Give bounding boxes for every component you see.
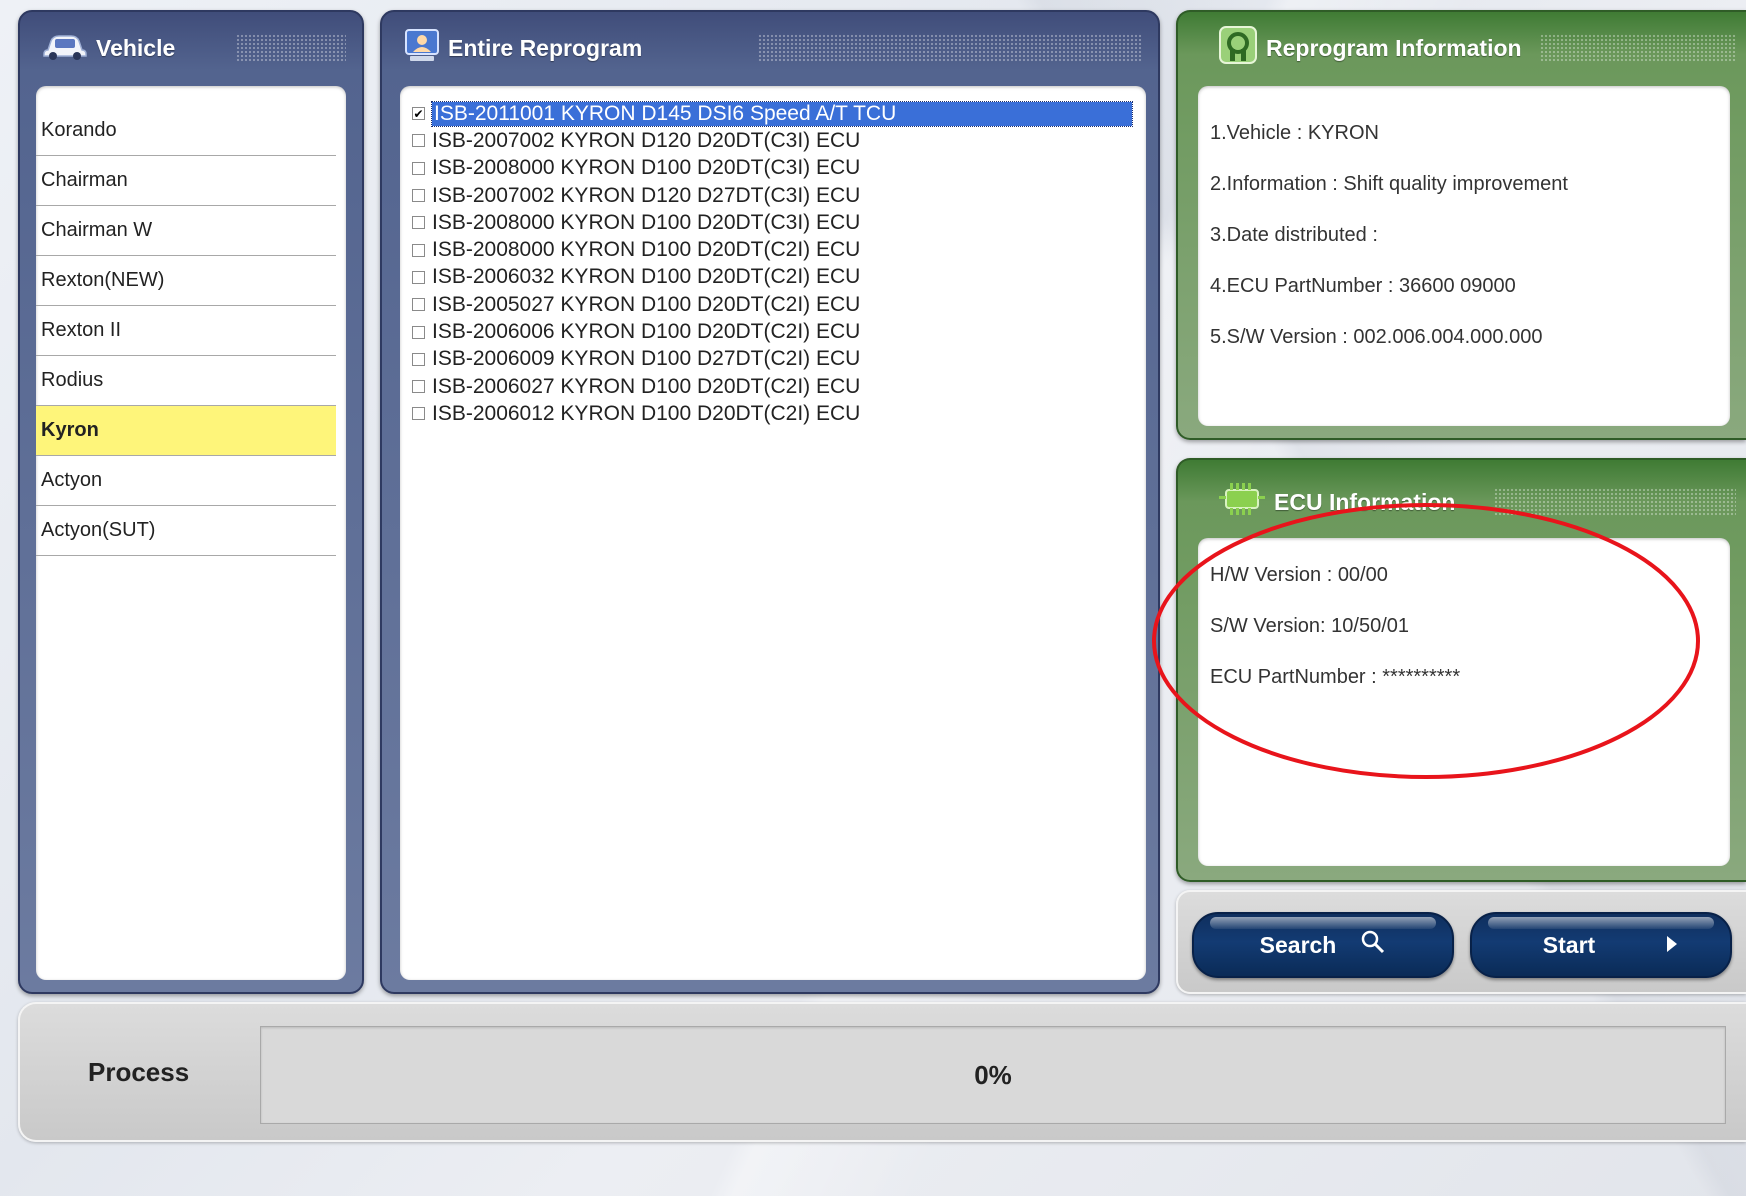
program-item-label: ISB-2008000 KYRON D100 D20DT(C3I) ECU: [432, 156, 861, 180]
program-item-label: ISB-2005027 KYRON D100 D20DT(C2I) ECU: [432, 292, 861, 316]
program-item-label: ISB-2008000 KYRON D100 D20DT(C2I) ECU: [432, 238, 861, 262]
start-button[interactable]: Start: [1470, 912, 1732, 978]
program-item-label: ISB-2006009 KYRON D100 D27DT(C2I) ECU: [432, 347, 861, 371]
vehicle-item[interactable]: Rodius: [36, 356, 336, 406]
program-list-item[interactable]: ISB-2006009 KYRON D100 D27DT(C2I) ECU: [412, 346, 1146, 373]
program-list-item[interactable]: ISB-2008000 KYRON D100 D20DT(C3I) ECU: [412, 155, 1146, 182]
reprogram-info-line: 2.Information : Shift quality improvemen…: [1210, 173, 1568, 195]
program-item-label: ISB-2006006 KYRON D100 D20DT(C2I) ECU: [432, 320, 861, 344]
monitor-icon: [404, 28, 440, 68]
program-panel: Entire Reprogram ✔ ISB-2011001 KYRON D145…: [380, 10, 1160, 994]
program-item-label: ISB-2007002 KYRON D120 D27DT(C3I) ECU: [432, 183, 861, 207]
process-bar: Process 0%: [18, 1002, 1746, 1142]
program-item-label: ISB-2008000 KYRON D100 D20DT(C3I) ECU: [432, 210, 861, 234]
checkbox-icon[interactable]: [412, 134, 425, 148]
checkbox-icon[interactable]: [412, 407, 425, 421]
header-dots: [236, 34, 346, 62]
checkbox-icon[interactable]: [412, 352, 425, 366]
vehicle-item[interactable]: Rexton II: [36, 306, 336, 356]
search-icon: [1360, 929, 1386, 961]
arrow-right-icon: [1665, 932, 1679, 959]
program-item-label: ISB-2006012 KYRON D100 D20DT(C2I) ECU: [432, 401, 861, 425]
search-button[interactable]: Search: [1192, 912, 1454, 978]
checkbox-icon[interactable]: [412, 298, 425, 312]
reprogram-info-line: 3.Date distributed :: [1210, 224, 1378, 246]
vehicle-panel-title: Vehicle: [96, 34, 176, 61]
progress-percent: 0%: [974, 1059, 1012, 1090]
program-list-item[interactable]: ISB-2006032 KYRON D100 D20DT(C2I) ECU: [412, 264, 1146, 291]
program-list-item[interactable]: ISB-2008000 KYRON D100 D20DT(C3I) ECU: [412, 209, 1146, 236]
header-dots: [1540, 34, 1736, 62]
checkbox-icon[interactable]: [412, 270, 425, 284]
search-button-label: Search: [1259, 931, 1337, 958]
reprogram-info-title: Reprogram Information: [1266, 34, 1522, 61]
checkbox-icon[interactable]: [412, 216, 425, 230]
checkbox-icon[interactable]: [412, 380, 425, 394]
program-list-item[interactable]: ISB-2007002 KYRON D120 D27DT(C3I) ECU: [412, 182, 1146, 209]
vehicle-item[interactable]: Chairman: [36, 156, 336, 206]
vehicle-item[interactable]: Rexton(NEW): [36, 256, 336, 306]
reprogram-info-panel: Reprogram Information 1.Vehicle : KYRON 2…: [1176, 10, 1746, 440]
checkbox-icon[interactable]: [412, 243, 425, 257]
car-icon: [42, 30, 88, 66]
reprogram-info-box: 1.Vehicle : KYRON 2.Information : Shift q…: [1198, 86, 1730, 426]
button-bar: Search Start: [1176, 890, 1746, 994]
vehicle-item[interactable]: Chairman W: [36, 206, 336, 256]
program-panel-header: Entire Reprogram: [404, 28, 643, 68]
program-list-item[interactable]: ISB-2007002 KYRON D120 D20DT(C3I) ECU: [412, 127, 1146, 154]
header-dots: [758, 34, 1142, 62]
program-list-item[interactable]: ISB-2006006 KYRON D100 D20DT(C2I) ECU: [412, 318, 1146, 345]
vehicle-item[interactable]: Korando: [36, 106, 336, 156]
vehicle-item[interactable]: Actyon: [36, 456, 336, 506]
program-panel-title: Entire Reprogram: [448, 34, 643, 61]
reprogram-info-header: Reprogram Information: [1218, 26, 1522, 66]
program-item-label: ISB-2011001 KYRON D145 DSI6 Speed A/T TC…: [431, 100, 1133, 127]
reprogram-info-line: 4.ECU PartNumber : 36600 09000: [1210, 275, 1516, 297]
checkbox-icon[interactable]: [412, 161, 425, 175]
program-item-label: ISB-2007002 KYRON D120 D20DT(C3I) ECU: [432, 128, 861, 152]
checkbox-icon[interactable]: [412, 189, 425, 203]
program-list-item[interactable]: ISB-2006012 KYRON D100 D20DT(C2I) ECU: [412, 400, 1146, 427]
vehicle-item[interactable]: Actyon(SUT): [36, 506, 336, 556]
reprogram-info-line: 5.S/W Version : 002.006.004.000.000: [1210, 326, 1543, 348]
program-item-label: ISB-2006027 KYRON D100 D20DT(C2I) ECU: [432, 374, 861, 398]
start-button-label: Start: [1542, 931, 1596, 958]
process-label: Process: [88, 1056, 190, 1087]
program-list-item[interactable]: ISB-2005027 KYRON D100 D20DT(C2I) ECU: [412, 291, 1146, 318]
vehicle-panel-header: Vehicle: [42, 30, 175, 66]
checkbox-checked-icon[interactable]: ✔: [412, 107, 425, 121]
progress-track: 0%: [260, 1026, 1726, 1124]
program-list-item[interactable]: ✔ ISB-2011001 KYRON D145 DSI6 Speed A/T T…: [412, 100, 1146, 127]
program-item-label: ISB-2006032 KYRON D100 D20DT(C2I) ECU: [432, 265, 861, 289]
vehicle-panel: Vehicle Korando Chairman Chairman W Rexton(…: [18, 10, 364, 994]
highlight-ellipse: [1152, 503, 1700, 779]
program-list-item[interactable]: ISB-2006027 KYRON D100 D20DT(C2I) ECU: [412, 373, 1146, 400]
vehicle-item[interactable]: Kyron: [36, 406, 336, 456]
chip-icon: [1218, 25, 1258, 71]
program-list-item[interactable]: ISB-2008000 KYRON D100 D20DT(C2I) ECU: [412, 236, 1146, 263]
checkbox-icon[interactable]: [412, 325, 425, 339]
reprogram-info-line: 1.Vehicle : KYRON: [1210, 122, 1379, 144]
program-list[interactable]: ✔ ISB-2011001 KYRON D145 DSI6 Speed A/T T…: [400, 86, 1146, 980]
vehicle-list[interactable]: Korando Chairman Chairman W Rexton(NEW) Rext…: [36, 86, 346, 980]
